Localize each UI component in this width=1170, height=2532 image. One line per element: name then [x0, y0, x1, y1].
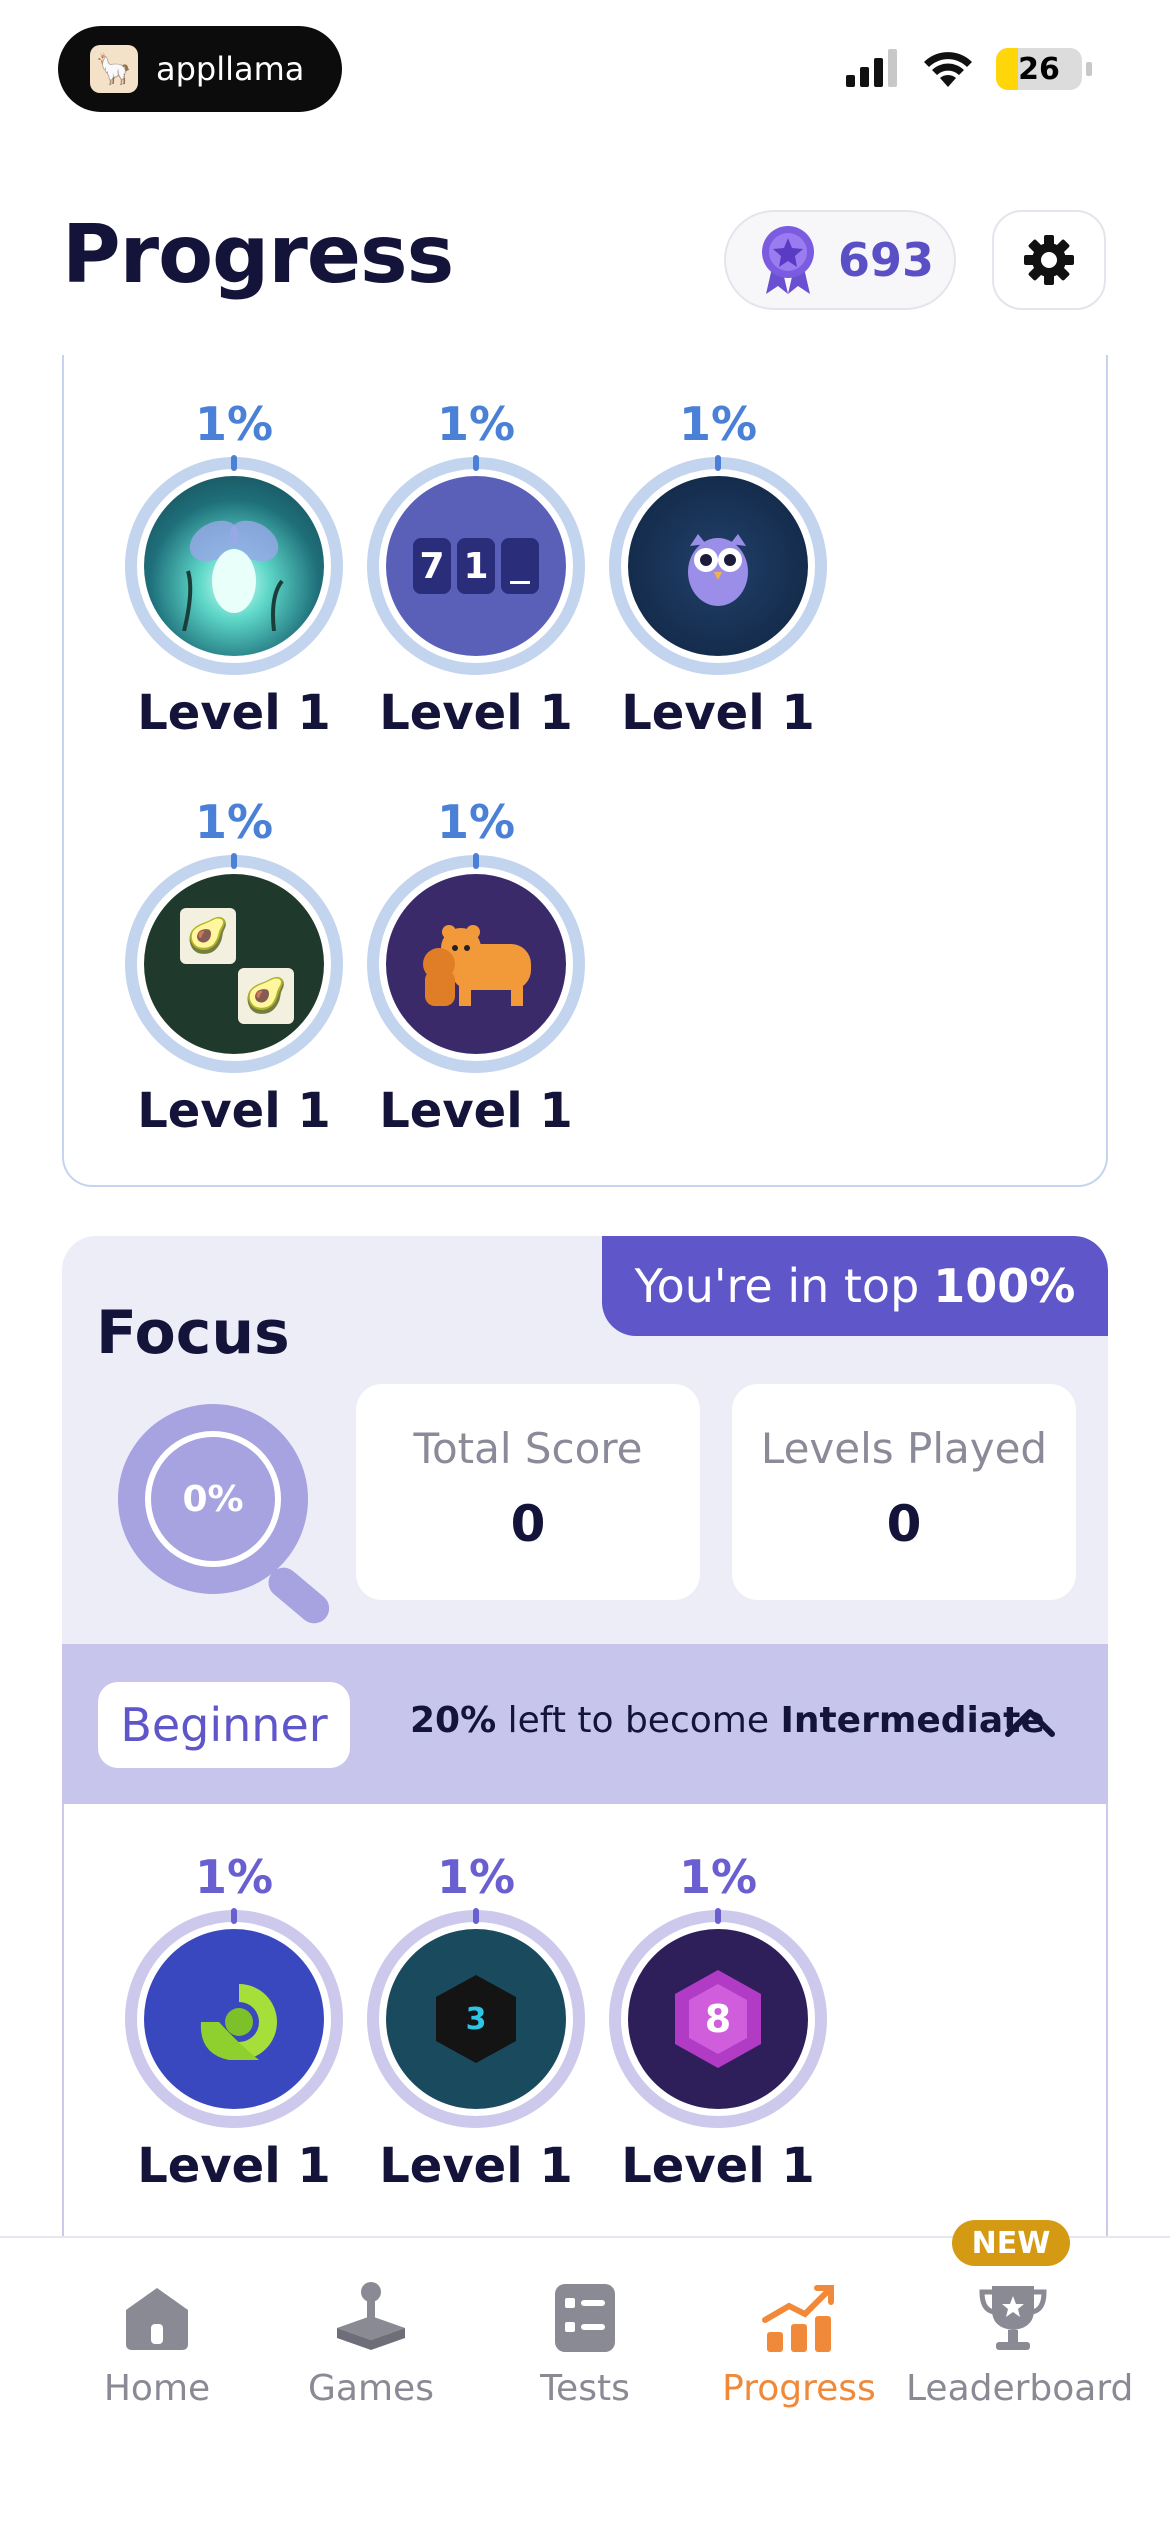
firefly-icon [144, 476, 324, 656]
new-badge: NEW [952, 2220, 1070, 2266]
medal-icon [762, 226, 814, 294]
app-name: appllama [156, 50, 305, 88]
magnifier-handle [262, 1561, 336, 1630]
game-progress-pct: 1% [194, 397, 274, 451]
joystick-icon [337, 2282, 405, 2350]
top-rank-value: 100% [933, 1259, 1076, 1313]
progress-ring: 3 [367, 1908, 585, 2128]
settings-button[interactable] [992, 210, 1106, 310]
progress-ring: 7 1 [367, 455, 585, 675]
total-score-value: 0 [510, 1495, 546, 1553]
wifi-icon [924, 52, 972, 87]
game-firefly[interactable]: 1% Level 1 [124, 397, 344, 741]
game-hexagon[interactable]: 1% 3 Level 1 [366, 1850, 586, 2194]
tile-blank [501, 538, 539, 594]
nav-tests[interactable]: Tests [478, 2268, 692, 2409]
progress-ring [125, 455, 343, 675]
focus-card: You're in top 100% Focus 0% Total Score … [62, 1236, 1108, 2296]
game-progress-pct: 1% [436, 795, 516, 849]
progress-ring: 🥑 🥑 [125, 853, 343, 1073]
nav-label: Tests [540, 2368, 630, 2409]
game-bears[interactable]: 1% Level 1 [366, 795, 586, 1139]
game-level: Level 1 [379, 1083, 573, 1139]
focus-games-list: 1% Level 1 1% 3 Level 1 1% 8 Level 1 [62, 1804, 1108, 2296]
game-shell[interactable]: 1% Level 1 [124, 1850, 344, 2194]
tier-remaining-pct: 20% [410, 1700, 497, 1741]
top-rank-prefix: You're in top [634, 1259, 920, 1313]
gems-counter[interactable]: 693 [724, 210, 956, 310]
game-avocado[interactable]: 1% 🥑 🥑 Level 1 [124, 795, 344, 1139]
tier-bar[interactable]: Beginner 20% left to become Intermediate [62, 1644, 1108, 1804]
game-progress-pct: 1% [194, 1850, 274, 1904]
gem-number: 8 [704, 1997, 732, 2041]
nav-label: Leaderboard [906, 2368, 1134, 2409]
game-level: Level 1 [621, 685, 815, 741]
levels-played-label: Levels Played [760, 1424, 1048, 1473]
game-gem[interactable]: 1% 8 Level 1 [608, 1850, 828, 2194]
number-tiles-icon: 7 1 [386, 476, 566, 656]
bears-icon [386, 874, 566, 1054]
gems-count: 693 [838, 233, 935, 287]
battery-tip [1086, 62, 1092, 76]
tier-message: 20% left to become Intermediate [410, 1700, 1045, 1741]
page-title: Progress [62, 208, 454, 301]
bottom-nav: Home Games Tests Progress Leaderboard [0, 2236, 1170, 2532]
levels-played-value: 0 [886, 1495, 922, 1553]
game-level: Level 1 [137, 2138, 331, 2194]
progress-ring [367, 853, 585, 1073]
llama-logo-icon: 🦙 [90, 45, 138, 93]
progress-ring [125, 1908, 343, 2128]
game-progress-pct: 1% [436, 397, 516, 451]
battery-level: 26 [1018, 51, 1060, 87]
signal-icon [846, 49, 897, 87]
nav-label: Games [308, 2368, 434, 2409]
nav-label: Progress [722, 2368, 876, 2409]
nav-progress[interactable]: Progress [692, 2268, 906, 2409]
chevron-up-icon[interactable] [1002, 1696, 1058, 1752]
nav-home[interactable]: Home [50, 2268, 264, 2409]
game-level: Level 1 [621, 2138, 815, 2194]
game-level: Level 1 [137, 1083, 331, 1139]
avocado-cards-icon: 🥑 🥑 [144, 874, 324, 1054]
total-score-label: Total Score [413, 1424, 643, 1473]
shell-icon [144, 1929, 324, 2109]
game-level: Level 1 [379, 685, 573, 741]
gear-icon [1024, 235, 1074, 285]
levels-played-box: Levels Played 0 [732, 1384, 1076, 1600]
game-progress-pct: 1% [436, 1850, 516, 1904]
game-progress-pct: 1% [194, 795, 274, 849]
tier-message-text: left to become [507, 1700, 769, 1741]
tier-chip: Beginner [98, 1682, 350, 1768]
game-level: Level 1 [379, 2138, 573, 2194]
progress-chart-icon [762, 2285, 834, 2352]
trophy-icon [979, 2286, 1047, 2350]
game-progress-pct: 1% [678, 397, 758, 451]
app-indicator-pill[interactable]: 🦙 appllama [58, 26, 342, 112]
magnifier-icon: 0% [118, 1404, 308, 1594]
game-level: Level 1 [137, 685, 331, 741]
nav-label: Home [103, 2368, 211, 2409]
hexagon-icon: 3 [386, 1929, 566, 2109]
game-progress-pct: 1% [678, 1850, 758, 1904]
progress-ring [609, 455, 827, 675]
gem-icon: 8 [628, 1929, 808, 2109]
owl-icon [628, 476, 808, 656]
checklist-icon [555, 2284, 615, 2352]
tile: 7 [413, 538, 451, 594]
focus-title: Focus [96, 1298, 290, 1368]
hexagon-number: 3 [465, 2001, 487, 2037]
status-icons: 26 [844, 48, 1092, 90]
top-rank-badge: You're in top 100% [602, 1236, 1108, 1336]
battery-indicator: 26 [996, 48, 1082, 90]
total-score-box: Total Score 0 [356, 1384, 700, 1600]
progress-ring: 8 [609, 1908, 827, 2128]
nav-games[interactable]: Games [264, 2268, 478, 2409]
memory-games-card: 1% Level 1 1% 7 1 Level 1 1% Level 1 1% … [62, 355, 1108, 1187]
game-numbers[interactable]: 1% 7 1 Level 1 [366, 397, 586, 741]
nav-leaderboard[interactable]: Leaderboard [906, 2268, 1134, 2409]
tile: 1 [457, 538, 495, 594]
game-owl[interactable]: 1% Level 1 [608, 397, 828, 741]
home-icon [126, 2288, 188, 2350]
focus-progress: 0% [145, 1431, 281, 1567]
